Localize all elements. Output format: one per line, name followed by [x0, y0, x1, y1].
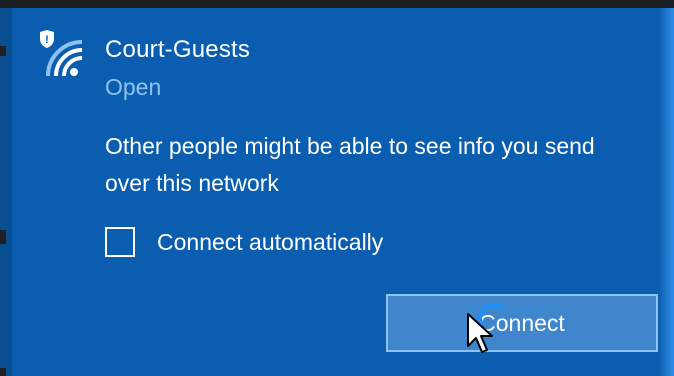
connect-automatically-checkbox[interactable]	[105, 227, 135, 257]
edge-mark	[0, 368, 6, 376]
left-edge	[0, 8, 12, 376]
security-warning-text: Other people might be able to see info y…	[105, 133, 595, 196]
edge-mark	[0, 46, 6, 56]
connect-automatically-label: Connect automatically	[157, 228, 384, 255]
wifi-shield-icon: !	[40, 30, 83, 77]
network-security-status: Open	[105, 74, 162, 100]
edge-mark	[0, 230, 6, 244]
connect-button[interactable]: Connect	[386, 294, 658, 352]
top-edge	[0, 0, 674, 8]
network-name: Court-Guests	[105, 36, 251, 63]
mouse-cursor-icon	[467, 313, 493, 353]
connect-automatically-option[interactable]: Connect automatically	[105, 224, 383, 260]
network-flyout: ! Court-Guests Open Other people might b…	[0, 0, 674, 376]
right-edge	[660, 8, 674, 376]
svg-text:!: !	[45, 34, 49, 46]
